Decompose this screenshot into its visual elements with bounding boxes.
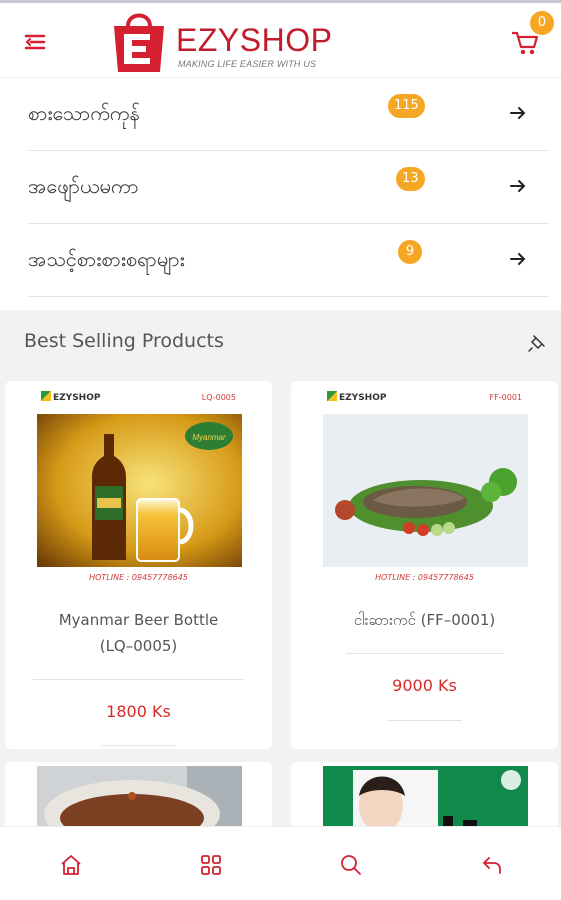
category-label: အသင့်စားစားစရာများ: [28, 247, 185, 271]
ezyshop-logo[interactable]: EZYSHOP MAKING LIFE EASIER WITH US: [108, 6, 333, 78]
app-screen: EZYSHOP MAKING LIFE EASIER WITH US 0 စား…: [0, 0, 561, 900]
brand-suffix: SHOP: [239, 22, 333, 58]
section-title: Best Selling Products: [24, 330, 224, 352]
card-brand-logo: EZYSHOP: [327, 391, 386, 403]
brand-tagline: MAKING LIFE EASIER WITH US: [178, 59, 317, 69]
divider: [346, 653, 503, 654]
category-count-badge: 9: [398, 240, 422, 264]
category-item[interactable]: အဖျော်ယမကာ 13: [28, 151, 549, 224]
hotline-text: HOTLINE : 09457778645: [89, 573, 188, 582]
category-count-badge: 115: [388, 94, 425, 118]
grid-icon[interactable]: [199, 853, 223, 877]
category-list: စားသောက်ကုန် 115 အဖျော်ယမကာ 13 အသင့်စားစ…: [0, 78, 561, 310]
divider: [101, 745, 176, 746]
cart-count-badge: 0: [530, 11, 554, 35]
arrow-right-icon: [510, 107, 526, 119]
search-icon[interactable]: [339, 853, 363, 877]
product-code: LQ-0005: [201, 393, 236, 402]
divider: [33, 679, 244, 680]
brand-name: EZYSHOP: [176, 24, 332, 56]
svg-text:Myanmar: Myanmar: [192, 433, 226, 442]
product-image: Myanmar: [37, 414, 242, 567]
category-label: စားသောက်ကုန်: [28, 101, 140, 125]
arrow-right-icon: [510, 253, 526, 265]
product-name-code: (LQ–0005): [99, 637, 178, 655]
brand-prefix: EZY: [176, 22, 240, 58]
product-image: [323, 414, 528, 567]
top-app-bar: EZYSHOP MAKING LIFE EASIER WITH US 0: [0, 0, 561, 78]
product-code: FF-0001: [489, 393, 522, 402]
pin-icon[interactable]: [528, 334, 546, 352]
home-icon[interactable]: [59, 853, 83, 877]
arrow-right-icon: [510, 180, 526, 192]
product-name: ငါးဆားကင် (FF–0001): [353, 611, 496, 629]
category-label: အဖျော်ယမကာ: [28, 174, 139, 198]
product-card[interactable]: EZYSHOP LQ-0005 Myanmar HOTLINE : 094577…: [5, 381, 272, 749]
product-card[interactable]: EZYSHOP FF-0001 HOTLINE : 09457778645 ငါ…: [291, 381, 558, 749]
category-count-badge: 13: [396, 167, 425, 191]
category-item[interactable]: စားသောက်ကုန် 115: [28, 78, 549, 151]
category-item[interactable]: အသင့်စားစားစရာများ 9: [28, 224, 549, 297]
divider: [387, 720, 462, 721]
menu-icon[interactable]: [22, 29, 48, 55]
hotline-text: HOTLINE : 09457778645: [375, 573, 474, 582]
product-price: 1800 Ks: [106, 702, 171, 721]
card-brand-logo: EZYSHOP: [41, 391, 100, 403]
product-price: 9000 Ks: [392, 676, 457, 695]
shopping-bag-logo-icon: [114, 13, 164, 72]
product-name: Myanmar Beer Bottle: [58, 611, 219, 629]
bottom-navigation: [0, 826, 561, 900]
back-icon[interactable]: [480, 853, 504, 877]
